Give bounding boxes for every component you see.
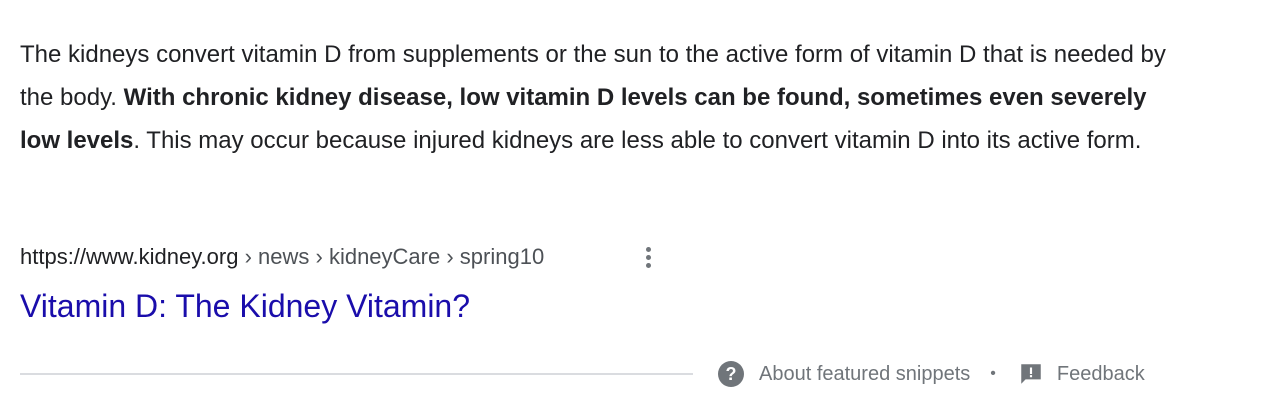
feedback-icon [1021, 364, 1041, 384]
citation-path-spring10: spring10 [459, 244, 545, 269]
feedback-label: Feedback [1056, 362, 1145, 385]
result-citation[interactable]: https://www.kidney.org › news › kidneyCa… [20, 242, 544, 272]
footer-separator: • [990, 365, 996, 382]
about-featured-snippets-label: About featured snippets [759, 362, 971, 385]
about-featured-snippets-link[interactable]: ? About featured snippets [718, 361, 970, 387]
more-vert-icon[interactable] [636, 242, 660, 272]
citation-domain: https://www.kidney.org [20, 244, 239, 269]
featured-snippet-text: The kidneys convert vitamin D from suppl… [20, 33, 1170, 162]
citation-path-news: news [258, 244, 310, 269]
more-dot [645, 262, 651, 268]
citation-separator: › [238, 244, 259, 269]
snippet-text-conclusion: . This may occur because injured kidneys… [133, 127, 1142, 154]
citation-separator: › [440, 244, 460, 269]
citation-separator: › [309, 244, 329, 269]
footer-divider [20, 373, 693, 375]
citation-path-kidneycare: kidneyCare [328, 244, 441, 269]
feedback-link[interactable]: Feedback [1018, 361, 1145, 387]
more-dot [645, 254, 651, 260]
help-circle-icon: ? [718, 361, 744, 387]
snippet-footer: ? About featured snippets • Feedback [718, 358, 1145, 390]
more-dot [645, 246, 651, 252]
result-title-link[interactable]: Vitamin D: The Kidney Vitamin? [20, 284, 470, 328]
